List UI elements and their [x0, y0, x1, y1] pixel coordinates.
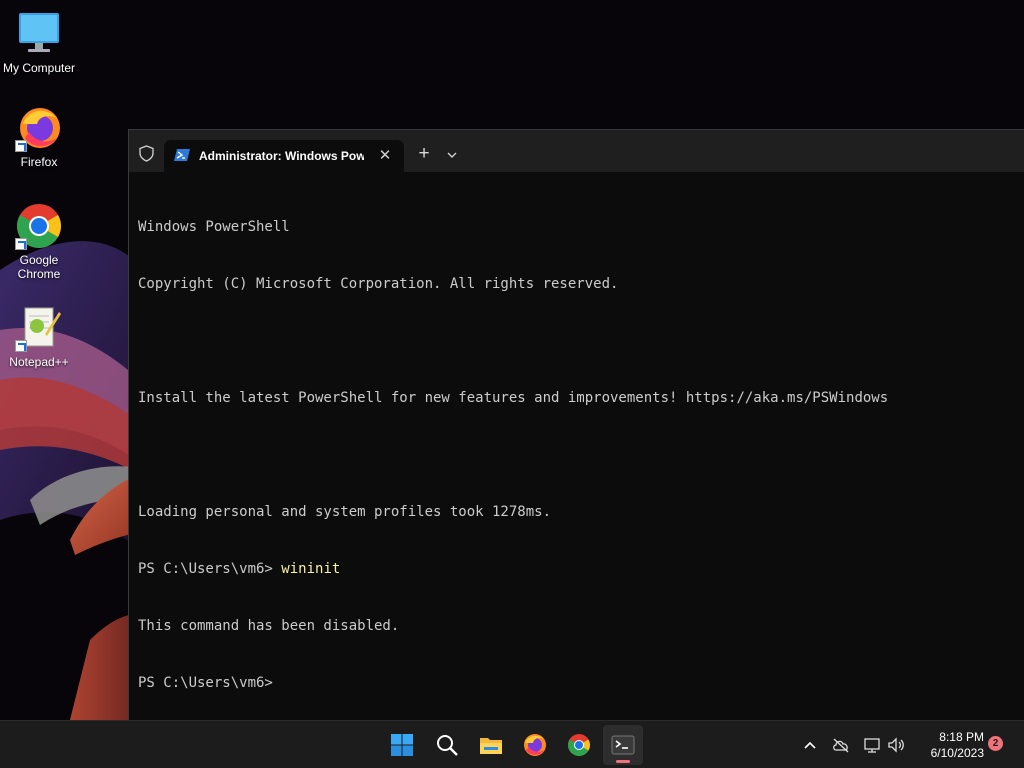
notepadpp-icon: [15, 304, 63, 352]
chrome-icon: [15, 202, 63, 250]
search-icon: [437, 735, 458, 756]
clock[interactable]: 8:18 PM 6/10/2023: [912, 729, 984, 761]
chrome-icon: [568, 734, 590, 756]
volume-icon[interactable]: [886, 735, 906, 755]
shortcut-arrow-icon: [15, 140, 27, 152]
terminal-window[interactable]: Administrator: Windows PowerShell ✕ + Wi…: [129, 130, 1024, 720]
console-prompt-line[interactable]: PS C:\Users\vm6>: [138, 674, 1018, 693]
console-line: Windows PowerShell: [138, 219, 290, 235]
desktop-icon-label: Google Chrome: [17, 253, 61, 281]
console-output[interactable]: Windows PowerShell Copyright (C) Microso…: [138, 180, 1018, 710]
desktop-icon-label: Notepad++: [9, 355, 69, 369]
desktop-icon-firefox[interactable]: Firefox: [0, 104, 78, 169]
file-explorer-icon: [480, 738, 502, 754]
desktop-icon-label: Firefox: [20, 155, 58, 169]
powershell-icon: [174, 148, 190, 162]
network-icon[interactable]: [862, 735, 882, 755]
shortcut-arrow-icon: [15, 340, 27, 352]
new-tab-button[interactable]: +: [413, 144, 435, 166]
desktop-icon-notepadpp[interactable]: Notepad++: [0, 304, 78, 369]
command: wininit: [281, 561, 341, 577]
clock-time: 8:18 PM: [939, 730, 984, 744]
chevron-up-icon[interactable]: [800, 735, 820, 755]
start-button[interactable]: [382, 725, 422, 765]
tab-title: Administrator: Windows PowerShell: [199, 149, 364, 163]
firefox-icon: [15, 104, 63, 152]
desktop-icon-label: My Computer: [2, 61, 76, 75]
taskbar: 8:18 PM 6/10/2023: [0, 720, 1024, 768]
file-explorer-button[interactable]: [471, 725, 511, 765]
monitor-icon: [15, 10, 63, 58]
chevron-down-icon[interactable]: [444, 147, 460, 163]
terminal-icon: [611, 735, 635, 755]
tab-powershell[interactable]: Administrator: Windows PowerShell ✕: [164, 140, 404, 172]
desktop-icon-google-chrome[interactable]: Google Chrome: [0, 202, 78, 281]
prompt: PS C:\Users\vm6>: [138, 561, 282, 577]
tab-close-button[interactable]: ✕: [374, 145, 396, 167]
shortcut-arrow-icon: [15, 238, 27, 250]
console-prompt-line: PS C:\Users\vm6> wininit: [138, 560, 1018, 579]
start-icon: [391, 734, 413, 756]
running-indicator: [616, 760, 630, 763]
taskbar-terminal-button[interactable]: [603, 725, 643, 765]
shield-icon: [138, 145, 155, 162]
console-line: Copyright (C) Microsoft Corporation. All…: [138, 276, 619, 292]
console-line: Install the latest PowerShell for new fe…: [138, 390, 889, 406]
notification-badge[interactable]: 2: [988, 736, 1003, 751]
clock-date: 6/10/2023: [930, 746, 984, 760]
search-button[interactable]: [427, 725, 467, 765]
console-line: Loading personal and system profiles too…: [138, 504, 552, 520]
prompt: PS C:\Users\vm6>: [138, 675, 282, 691]
console-line: This command has been disabled.: [138, 618, 400, 634]
terminal-titlebar[interactable]: Administrator: Windows PowerShell ✕ +: [129, 130, 1024, 172]
taskbar-firefox-button[interactable]: [515, 725, 555, 765]
cloud-offline-icon[interactable]: [831, 735, 851, 755]
taskbar-chrome-button[interactable]: [559, 725, 599, 765]
firefox-icon: [524, 734, 546, 756]
desktop-icon-my-computer[interactable]: My Computer: [0, 10, 78, 75]
